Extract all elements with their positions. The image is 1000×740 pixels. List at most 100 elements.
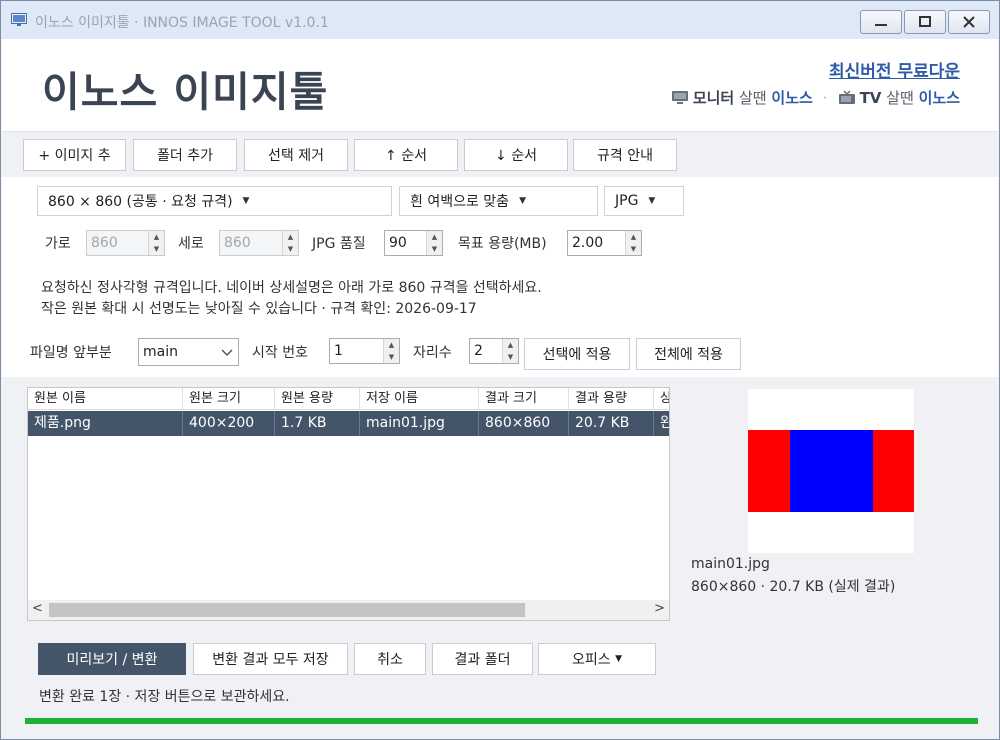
promo-tv-text: 살땐 bbox=[886, 89, 914, 107]
toolbar: + 이미지 추 폴더 추가 선택 제거 ↑ 순서 ↓ 순서 규격 안내 bbox=[2, 131, 998, 177]
close-button[interactable] bbox=[948, 10, 990, 34]
dropdown-arrow-icon: ▼ bbox=[648, 196, 656, 206]
column-header[interactable]: 상 bbox=[654, 388, 669, 410]
quality-label: JPG 품질 bbox=[312, 236, 366, 252]
size-preset-value: 860 × 860 (공통 · 요청 규격) bbox=[48, 194, 233, 210]
start-number-value: 1 bbox=[334, 343, 343, 359]
scroll-left-icon[interactable]: < bbox=[32, 601, 43, 616]
height-stepper[interactable]: 860 ▲ ▼ bbox=[219, 230, 299, 256]
table-cell: 20.7 KB bbox=[569, 411, 654, 436]
spin-down-icon[interactable]: ▼ bbox=[626, 243, 641, 255]
start-number-label: 시작 번호 bbox=[252, 345, 308, 361]
table-cell: main01.jpg bbox=[360, 411, 479, 436]
format-dropdown[interactable]: JPG ▼ bbox=[604, 186, 684, 216]
quality-value: 90 bbox=[389, 235, 407, 251]
chevron-down-icon bbox=[221, 349, 233, 356]
column-header[interactable]: 원본 이름 bbox=[28, 388, 183, 410]
horizontal-scrollbar[interactable]: < > bbox=[28, 600, 669, 620]
brand-title: 이노스 이미지툴 bbox=[42, 68, 329, 116]
preview-filename: main01.jpg bbox=[691, 556, 770, 572]
scrollbar-thumb[interactable] bbox=[49, 603, 525, 617]
table-cell: 400×200 bbox=[183, 411, 275, 436]
target-size-stepper[interactable]: 2.00 ▲ ▼ bbox=[567, 230, 642, 256]
spin-up-icon[interactable]: ▲ bbox=[149, 231, 164, 243]
spin-up-icon[interactable]: ▲ bbox=[384, 339, 399, 351]
dropdown-arrow-icon: ▼ bbox=[519, 196, 526, 206]
size-preset-dropdown[interactable]: 860 × 860 (공통 · 요청 규격) ▼ bbox=[37, 186, 392, 216]
move-down-button[interactable]: ↓ 순서 bbox=[464, 139, 568, 171]
app-window: 이노스 이미지툴 · INNOS IMAGE TOOL v1.0.1 이노스 이… bbox=[0, 0, 1000, 740]
fit-mode-value: 흰 여백으로 맞춤 bbox=[410, 194, 510, 210]
spec-note-2: 작은 원본 확대 시 선명도는 낮아질 수 있습니다 · 규격 확인: 2026… bbox=[41, 301, 477, 317]
digits-stepper[interactable]: 2 ▲ ▼ bbox=[469, 338, 519, 364]
table-cell: 1.7 KB bbox=[275, 411, 360, 436]
promo-monitor-label: 모니터 bbox=[692, 89, 735, 107]
preview-right-block bbox=[873, 430, 914, 512]
quality-stepper[interactable]: 90 ▲ ▼ bbox=[384, 230, 443, 256]
preview-convert-button[interactable]: 미리보기 / 변환 bbox=[38, 643, 186, 675]
settings-panel: 860 × 860 (공통 · 요청 규격) ▼ 흰 여백으로 맞춤 ▼ JPG ▼ … bbox=[2, 177, 998, 377]
file-table[interactable]: 원본 이름 원본 크기 원본 용량 저장 이름 결과 크기 결과 용량 상 제품… bbox=[27, 387, 670, 621]
preview-graphic bbox=[748, 430, 914, 512]
maximize-button[interactable] bbox=[904, 10, 946, 34]
digits-label: 자리수 bbox=[413, 345, 452, 361]
width-stepper[interactable]: 860 ▲ ▼ bbox=[86, 230, 165, 256]
spin-down-icon[interactable]: ▼ bbox=[149, 243, 164, 255]
target-size-value: 2.00 bbox=[572, 235, 604, 251]
table-cell: 제품.png bbox=[28, 411, 183, 436]
add-folder-button[interactable]: 폴더 추가 bbox=[133, 139, 237, 171]
update-download-link[interactable]: 최신버전 무료다운 bbox=[829, 57, 960, 82]
spin-up-icon[interactable]: ▲ bbox=[503, 339, 518, 351]
apply-selected-button[interactable]: 선택에 적용 bbox=[524, 338, 630, 370]
spec-note-1: 요청하신 정사각형 규격입니다. 네이버 상세설명은 아래 가로 860 규격을… bbox=[41, 280, 542, 296]
promo-monitor-brand[interactable]: 이노스 bbox=[771, 87, 812, 108]
spin-down-icon[interactable]: ▼ bbox=[384, 351, 399, 363]
scroll-right-icon[interactable]: > bbox=[654, 601, 665, 616]
office-menu-button[interactable]: 오피스 ▼ bbox=[538, 643, 656, 675]
dropdown-arrow-icon: ▼ bbox=[615, 654, 622, 664]
remove-selected-button[interactable]: 선택 제거 bbox=[244, 139, 348, 171]
result-folder-button[interactable]: 결과 폴더 bbox=[432, 643, 533, 675]
promo-monitor-text: 살땐 bbox=[739, 89, 767, 107]
tv-icon bbox=[838, 90, 855, 104]
table-cell: 완 bbox=[654, 411, 669, 436]
add-image-button[interactable]: + 이미지 추 bbox=[23, 139, 126, 171]
save-all-button[interactable]: 변환 결과 모두 저장 bbox=[193, 643, 348, 675]
column-header[interactable]: 결과 용량 bbox=[569, 388, 654, 410]
table-row[interactable]: 제품.png 400×200 1.7 KB main01.jpg 860×860… bbox=[28, 411, 669, 436]
width-value: 860 bbox=[91, 235, 118, 251]
progress-bar bbox=[25, 718, 978, 724]
monitor-icon bbox=[671, 91, 688, 104]
fit-mode-dropdown[interactable]: 흰 여백으로 맞춤 ▼ bbox=[399, 186, 598, 216]
move-up-button[interactable]: ↑ 순서 bbox=[354, 139, 458, 171]
spin-down-icon[interactable]: ▼ bbox=[427, 243, 442, 255]
spin-up-icon[interactable]: ▲ bbox=[283, 231, 298, 243]
apply-all-button[interactable]: 전체에 적용 bbox=[636, 338, 741, 370]
preview-image bbox=[748, 389, 914, 553]
column-header[interactable]: 결과 크기 bbox=[479, 388, 569, 410]
preview-info: 860×860 · 20.7 KB (실제 결과) bbox=[691, 579, 896, 595]
spec-guide-button[interactable]: 규격 안내 bbox=[573, 139, 677, 171]
window-title: 이노스 이미지툴 · INNOS IMAGE TOOL v1.0.1 bbox=[35, 15, 329, 31]
format-value: JPG bbox=[615, 193, 639, 209]
spin-down-icon[interactable]: ▼ bbox=[503, 351, 518, 363]
column-header[interactable]: 원본 용량 bbox=[275, 388, 360, 410]
minimize-button[interactable] bbox=[860, 10, 902, 34]
spin-down-icon[interactable]: ▼ bbox=[283, 243, 298, 255]
cancel-button[interactable]: 취소 bbox=[354, 643, 426, 675]
app-icon bbox=[11, 13, 27, 26]
promo-tv-brand[interactable]: 이노스 bbox=[919, 87, 960, 108]
prefix-combo[interactable]: main bbox=[138, 338, 239, 366]
promo-separator: · bbox=[822, 88, 828, 107]
spin-up-icon[interactable]: ▲ bbox=[427, 231, 442, 243]
header: 이노스 이미지툴 최신버전 무료다운 모니터 살땐 이노스 · TV 살땐 이노… bbox=[2, 39, 998, 131]
title-bar[interactable]: 이노스 이미지툴 · INNOS IMAGE TOOL v1.0.1 bbox=[1, 1, 999, 39]
promo-line: 모니터 살땐 이노스 · TV 살땐 이노스 bbox=[671, 87, 960, 108]
start-number-stepper[interactable]: 1 ▲ ▼ bbox=[329, 338, 400, 364]
bottom-bar: 미리보기 / 변환 변환 결과 모두 저장 취소 결과 폴더 오피스 ▼ 변환 … bbox=[2, 639, 998, 739]
spin-up-icon[interactable]: ▲ bbox=[626, 231, 641, 243]
column-header[interactable]: 원본 크기 bbox=[183, 388, 275, 410]
digits-value: 2 bbox=[474, 343, 483, 359]
column-header[interactable]: 저장 이름 bbox=[360, 388, 479, 410]
target-size-label: 목표 용량(MB) bbox=[458, 236, 547, 252]
